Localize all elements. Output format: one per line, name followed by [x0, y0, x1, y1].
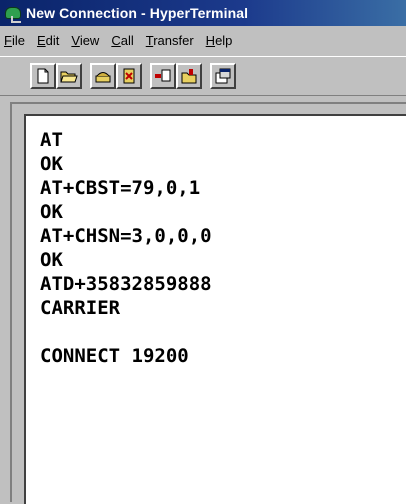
terminal-line: CARRIER: [40, 297, 121, 319]
terminal-line: OK: [40, 249, 63, 271]
connect-phone-icon: [95, 72, 111, 83]
menu-file-rest: ile: [11, 32, 25, 48]
menu-edit[interactable]: Edit: [37, 33, 59, 48]
new-document-button[interactable]: [30, 63, 56, 89]
new-document-icon: [37, 68, 49, 84]
terminal-output: AT OK AT+CBST=79,0,1 OK AT+CHSN=3,0,0,0 …: [40, 128, 212, 368]
menu-file[interactable]: File: [4, 33, 25, 48]
window-title: New Connection - HyperTerminal: [26, 5, 249, 21]
terminal-line: OK: [40, 201, 63, 223]
receive-file-icon: [181, 69, 197, 84]
connect-button[interactable]: [90, 63, 116, 89]
terminal-line: AT+CBST=79,0,1: [40, 177, 201, 199]
disconnect-icon: [123, 68, 135, 84]
toolbar: [0, 56, 406, 96]
open-button[interactable]: [56, 63, 82, 89]
send-file-button[interactable]: [150, 63, 176, 89]
menu-bar: File Edit View Call Transfer Help: [0, 28, 406, 52]
menu-help[interactable]: Help: [206, 33, 233, 48]
terminal-line: CONNECT 19200: [40, 345, 189, 367]
open-folder-icon: [60, 71, 78, 83]
receive-file-button[interactable]: [176, 63, 202, 89]
menu-transfer[interactable]: Transfer: [146, 33, 194, 48]
terminal-line: AT: [40, 129, 63, 151]
send-file-icon: [155, 69, 171, 82]
properties-icon: [215, 68, 231, 84]
menu-call[interactable]: Call: [111, 33, 133, 48]
menu-view[interactable]: View: [71, 33, 99, 48]
terminal-line: OK: [40, 153, 63, 175]
title-bar[interactable]: New Connection - HyperTerminal: [0, 0, 406, 26]
terminal-line: ATD+35832859888: [40, 273, 212, 295]
terminal-line: AT+CHSN=3,0,0,0: [40, 225, 212, 247]
terminal-screen[interactable]: AT OK AT+CBST=79,0,1 OK AT+CHSN=3,0,0,0 …: [24, 114, 406, 504]
disconnect-button[interactable]: [116, 63, 142, 89]
properties-button[interactable]: [210, 63, 236, 89]
hyperterminal-phone-icon[interactable]: [4, 4, 22, 23]
